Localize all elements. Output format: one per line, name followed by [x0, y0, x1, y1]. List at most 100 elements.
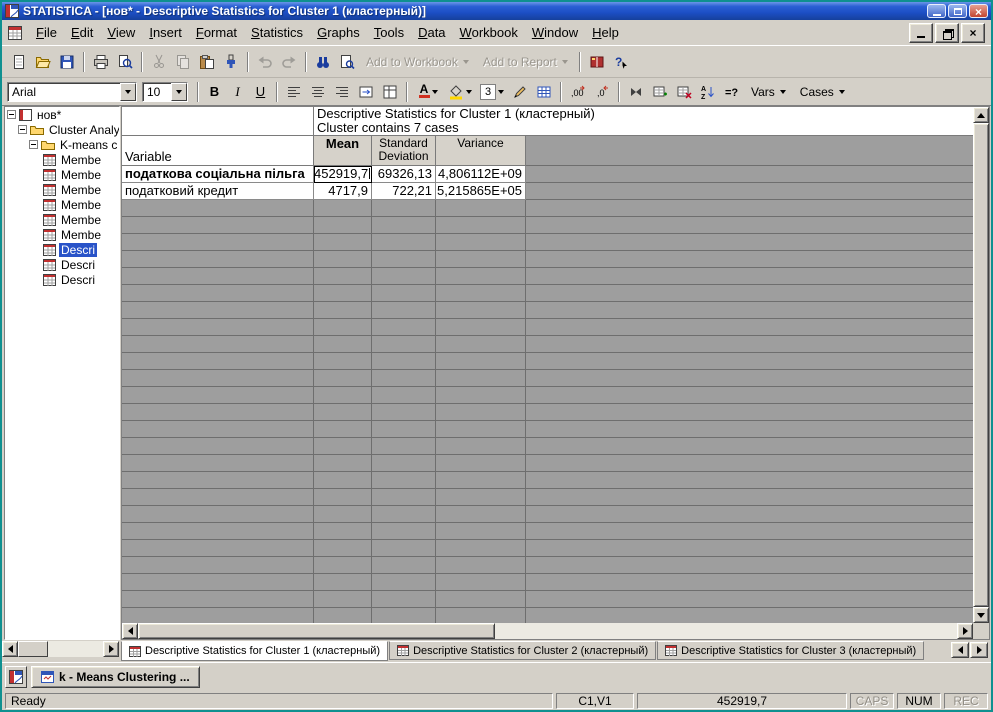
menu-tools[interactable]: Tools	[367, 22, 411, 43]
sheet-tab-cluster-1[interactable]: Descriptive Statistics for Cluster 1 (кл…	[121, 641, 388, 661]
collapse-icon[interactable]	[29, 140, 38, 149]
format-painter-button[interactable]	[219, 51, 243, 73]
print-button[interactable]	[89, 51, 113, 73]
variable-column-header[interactable]: Variable	[122, 136, 314, 166]
bold-button[interactable]: B	[203, 81, 226, 103]
horizontal-scroll-thumb[interactable]	[138, 623, 495, 639]
insert-cells-button[interactable]	[648, 81, 672, 103]
menu-data[interactable]: Data	[411, 22, 452, 43]
menu-workbook[interactable]: Workbook	[453, 22, 525, 43]
tree-scroll-left-button[interactable]	[2, 641, 18, 657]
column-header-variance[interactable]: Variance	[436, 136, 526, 166]
borders-button[interactable]: 3	[476, 81, 508, 103]
child-document-icon[interactable]	[7, 25, 23, 41]
child-close-button[interactable]	[961, 23, 985, 43]
recalculate-button[interactable]: =?	[720, 81, 744, 103]
scroll-left-button[interactable]	[122, 623, 138, 639]
cell-std-deviation-2[interactable]: 722,21	[372, 183, 436, 200]
tree-item-members-2[interactable]: Membe	[5, 167, 119, 182]
gridlines-button[interactable]	[532, 81, 556, 103]
select-cells-button[interactable]	[624, 81, 648, 103]
add-to-workbook-button[interactable]: Add to Workbook	[359, 53, 476, 71]
row-header-variable-1[interactable]: податкова соціальна пільга	[122, 166, 314, 183]
redo-button[interactable]	[277, 51, 301, 73]
tab-scroll-right-button[interactable]	[970, 642, 988, 658]
cases-button[interactable]: Cases	[793, 83, 852, 101]
task-button-kmeans-clustering[interactable]: k - Means Clustering ...	[31, 666, 200, 688]
menu-file[interactable]: File	[29, 22, 64, 43]
column-header-std-deviation[interactable]: Standard Deviation	[372, 136, 436, 166]
child-minimize-button[interactable]	[909, 23, 933, 43]
active-cell-mean-1[interactable]: 452919,7	[314, 166, 372, 183]
tree-item-members-4[interactable]: Membe	[5, 197, 119, 212]
vertical-scrollbar[interactable]	[973, 107, 989, 623]
tree-item-descriptives-2[interactable]: Descri	[5, 257, 119, 272]
menu-help[interactable]: Help	[585, 22, 626, 43]
tree-item-descriptives-1-selected[interactable]: Descri	[5, 242, 119, 257]
sheet-tab-cluster-2[interactable]: Descriptive Statistics for Cluster 2 (кл…	[389, 641, 656, 660]
save-button[interactable]	[55, 51, 79, 73]
tree-item-members-3[interactable]: Membe	[5, 182, 119, 197]
tree-item-members-6[interactable]: Membe	[5, 227, 119, 242]
italic-button[interactable]: I	[226, 81, 249, 103]
menu-window[interactable]: Window	[525, 22, 585, 43]
tree-item-workbook[interactable]: нов*	[5, 107, 119, 122]
collapse-icon[interactable]	[18, 125, 27, 134]
cell-variance-2[interactable]: 5,215865E+05	[436, 183, 526, 200]
cell-std-deviation-1[interactable]: 69326,13	[372, 166, 436, 183]
align-right-button[interactable]	[330, 81, 354, 103]
tree-item-kmeans[interactable]: K-means c	[5, 137, 119, 152]
increase-decimals-button[interactable]: ,00	[566, 81, 590, 103]
paste-button[interactable]	[195, 51, 219, 73]
tree-scroll-thumb[interactable]	[18, 641, 48, 657]
minimize-button[interactable]	[927, 4, 946, 18]
menu-statistics[interactable]: Statistics	[244, 22, 310, 43]
menu-view[interactable]: View	[100, 22, 142, 43]
cell-mean-2[interactable]: 4717,9	[314, 183, 372, 200]
tree-item-cluster-analysis[interactable]: Cluster Analy	[5, 122, 119, 137]
format-cells-button[interactable]	[378, 81, 402, 103]
find-in-document-button[interactable]	[335, 51, 359, 73]
menu-format[interactable]: Format	[189, 22, 244, 43]
statistica-logo-button[interactable]	[5, 666, 27, 688]
cut-button[interactable]	[147, 51, 171, 73]
combo-arrow-button[interactable]	[171, 83, 187, 101]
column-header-mean[interactable]: Mean	[314, 136, 372, 166]
empty-grid-cells[interactable]	[122, 200, 973, 623]
context-help-button[interactable]: ?	[609, 51, 633, 73]
tree-scroll-right-button[interactable]	[103, 641, 119, 657]
menu-graphs[interactable]: Graphs	[310, 22, 367, 43]
vertical-scroll-thumb[interactable]	[973, 123, 989, 607]
decrease-decimals-button[interactable]: ,0	[590, 81, 614, 103]
combo-arrow-button[interactable]	[120, 83, 136, 101]
font-family-select[interactable]: Arial	[7, 82, 137, 102]
cell-variance-1[interactable]: 4,806112E+09	[436, 166, 526, 183]
scroll-down-button[interactable]	[973, 607, 989, 623]
align-left-button[interactable]	[282, 81, 306, 103]
child-restore-button[interactable]	[935, 23, 959, 43]
tree-item-members-1[interactable]: Membe	[5, 152, 119, 167]
font-size-select[interactable]: 10	[142, 82, 188, 102]
underline-button[interactable]: U	[249, 81, 272, 103]
pencil-button[interactable]	[508, 81, 532, 103]
tree-item-descriptives-3[interactable]: Descri	[5, 272, 119, 287]
sheet-tab-cluster-3[interactable]: Descriptive Statistics for Cluster 3 (кл…	[657, 641, 924, 660]
add-to-report-button[interactable]: Add to Report	[476, 53, 575, 71]
tree-horizontal-scrollbar[interactable]	[2, 641, 119, 657]
copy-button[interactable]	[171, 51, 195, 73]
delete-cells-button[interactable]	[672, 81, 696, 103]
horizontal-scrollbar[interactable]	[122, 623, 973, 639]
tree-item-members-5[interactable]: Membe	[5, 212, 119, 227]
sort-button[interactable]: AZ	[696, 81, 720, 103]
menu-edit[interactable]: Edit	[64, 22, 100, 43]
print-preview-button[interactable]	[113, 51, 137, 73]
maximize-button[interactable]	[948, 4, 967, 18]
vars-button[interactable]: Vars	[744, 83, 793, 101]
book-button[interactable]	[585, 51, 609, 73]
fill-color-button[interactable]	[444, 81, 476, 103]
font-color-button[interactable]	[412, 81, 444, 103]
tab-scroll-left-button[interactable]	[951, 642, 969, 658]
collapse-icon[interactable]	[7, 110, 16, 119]
menu-insert[interactable]: Insert	[142, 22, 189, 43]
merge-cells-button[interactable]	[354, 81, 378, 103]
